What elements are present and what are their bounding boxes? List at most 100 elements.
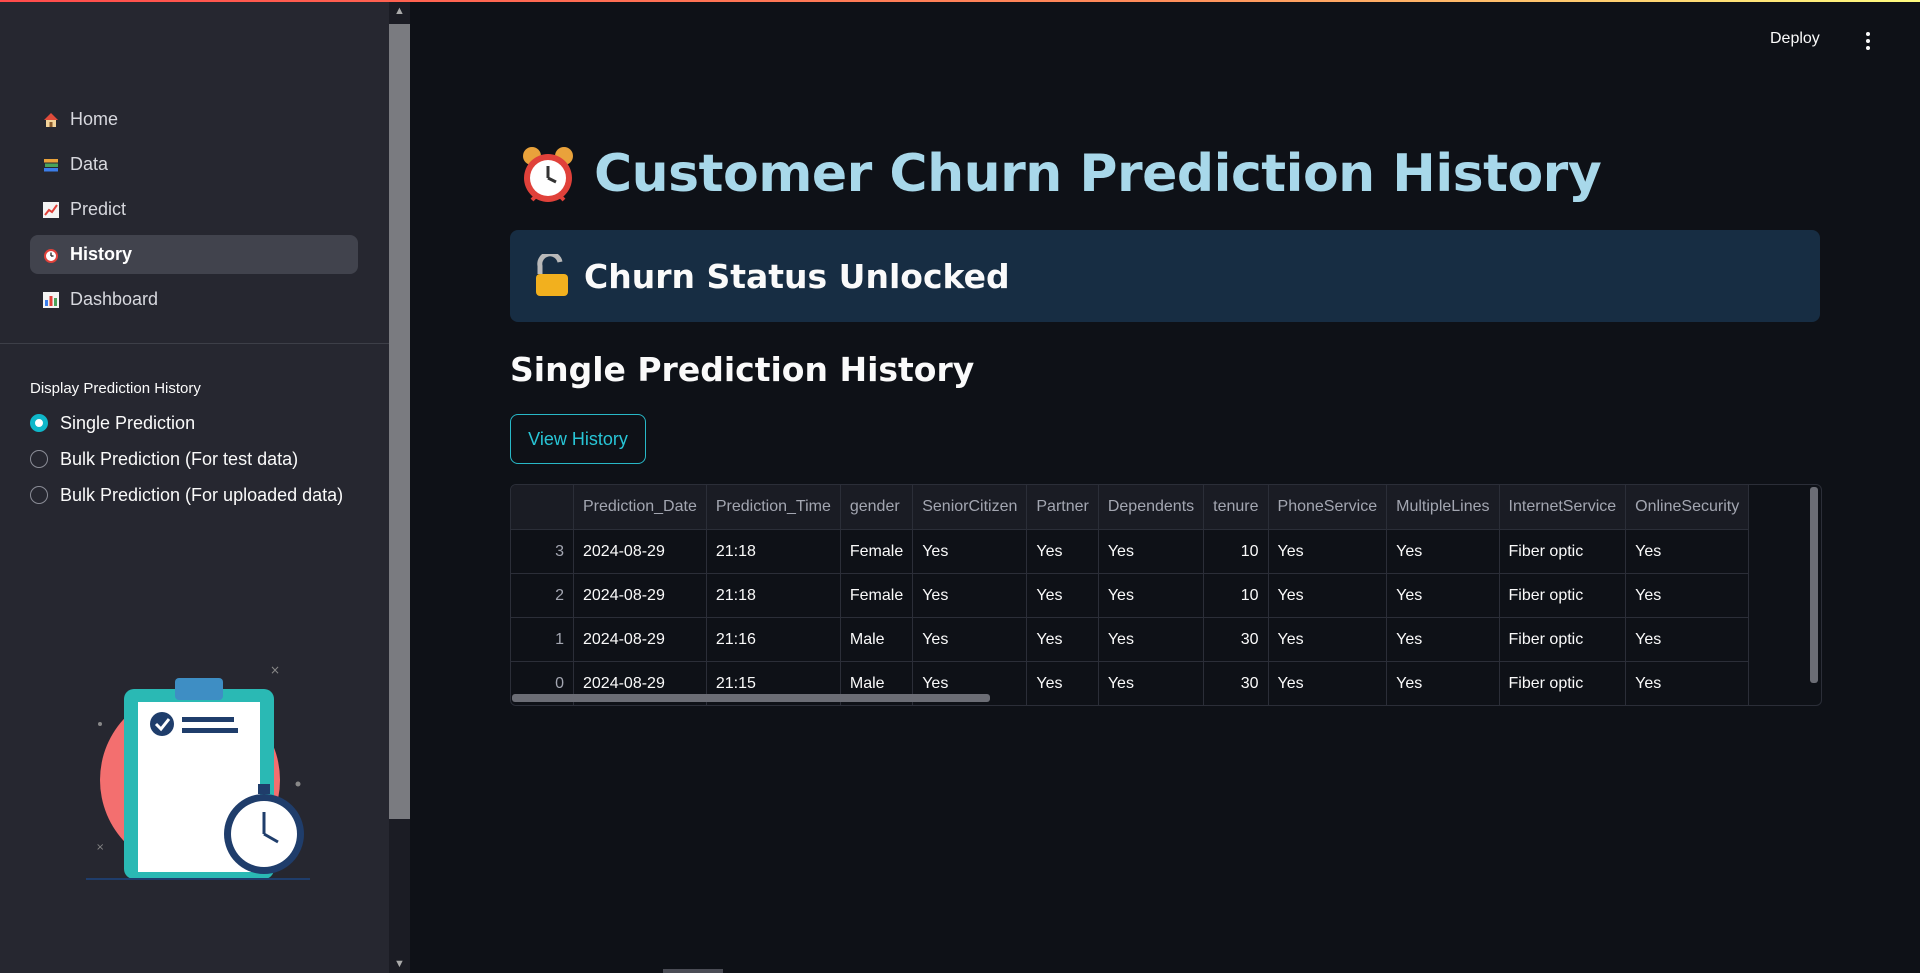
- column-header[interactable]: Partner: [1026, 485, 1099, 530]
- page-horizontal-scrollbar[interactable]: [663, 969, 723, 973]
- table-cell[interactable]: Yes: [1625, 617, 1750, 662]
- column-header-index[interactable]: [511, 485, 574, 530]
- table-cell[interactable]: Yes: [1268, 529, 1388, 574]
- table-cell[interactable]: Yes: [1098, 661, 1205, 705]
- column-header[interactable]: OnlineSecurity: [1625, 485, 1750, 530]
- table-vertical-scrollbar[interactable]: [1810, 487, 1818, 683]
- table-cell[interactable]: Yes: [1386, 573, 1500, 618]
- sidebar-item-label: Predict: [70, 199, 127, 219]
- banner-text: Churn Status Unlocked: [584, 256, 1010, 296]
- table-cell[interactable]: Fiber optic: [1499, 617, 1627, 662]
- table-cell[interactable]: Male: [840, 617, 914, 662]
- column-header[interactable]: Prediction_Date: [573, 485, 707, 530]
- books-icon: [44, 158, 58, 171]
- svg-text:×: ×: [96, 842, 104, 853]
- table-cell[interactable]: Fiber optic: [1499, 661, 1627, 705]
- table-cell[interactable]: Yes: [912, 617, 1028, 662]
- history-dataframe[interactable]: Prediction_Date Prediction_Time gender S…: [510, 484, 1822, 706]
- table-cell[interactable]: Yes: [912, 529, 1028, 574]
- alarm-clock-icon: [523, 147, 573, 202]
- radio-option-label: Bulk Prediction (For test data): [60, 449, 299, 469]
- view-history-button[interactable]: View History: [510, 414, 646, 464]
- column-header[interactable]: InternetService: [1499, 485, 1627, 530]
- radio-button-selected[interactable]: [30, 414, 48, 432]
- sidebar-item-label: History: [70, 244, 133, 264]
- deploy-button[interactable]: Deploy: [1770, 30, 1820, 48]
- page-title: Customer Churn Prediction History: [594, 144, 1602, 204]
- table-cell[interactable]: Fiber optic: [1499, 573, 1627, 618]
- table-horizontal-scrollbar[interactable]: [512, 694, 990, 702]
- table-cell[interactable]: 2024-08-29: [573, 573, 707, 618]
- sidebar-item-history[interactable]: History: [30, 235, 358, 274]
- status-banner: Churn Status Unlocked: [510, 230, 1820, 322]
- table-cell[interactable]: 10: [1203, 573, 1269, 618]
- table-cell[interactable]: Yes: [1026, 617, 1099, 662]
- house-icon: [44, 112, 58, 127]
- table-cell[interactable]: Yes: [1625, 529, 1750, 574]
- table-cell[interactable]: Female: [840, 573, 914, 618]
- sidebar-item-home[interactable]: Home: [30, 100, 358, 139]
- table-cell[interactable]: Fiber optic: [1499, 529, 1627, 574]
- sidebar-nav: Home Data Predict History Dashboard: [30, 100, 358, 325]
- sidebar-scrollbar[interactable]: ▲ ▼: [389, 2, 410, 973]
- table-cell[interactable]: Yes: [1098, 617, 1205, 662]
- sidebar-item-label: Data: [70, 154, 109, 174]
- table-cell[interactable]: Yes: [1268, 573, 1388, 618]
- table-cell[interactable]: Yes: [1268, 661, 1388, 705]
- sidebar-item-data[interactable]: Data: [30, 145, 358, 184]
- scrollbar-thumb[interactable]: [389, 24, 410, 819]
- table-cell[interactable]: Yes: [1625, 573, 1750, 618]
- column-header[interactable]: SeniorCitizen: [912, 485, 1028, 530]
- table-cell[interactable]: Yes: [1625, 661, 1750, 705]
- table-header-row: Prediction_Date Prediction_Time gender S…: [511, 485, 1750, 530]
- scroll-down-arrow-icon[interactable]: ▼: [389, 955, 410, 973]
- table-cell[interactable]: Yes: [1386, 661, 1500, 705]
- column-header[interactable]: MultipleLines: [1386, 485, 1500, 530]
- sidebar: Home Data Predict History Dashboard Disp…: [0, 2, 389, 973]
- table-cell[interactable]: 2024-08-29: [573, 529, 707, 574]
- radio-button[interactable]: [30, 486, 48, 504]
- table-cell[interactable]: 21:18: [706, 573, 841, 618]
- sidebar-item-label: Home: [70, 109, 119, 129]
- table-cell[interactable]: 30: [1203, 661, 1269, 705]
- table-row[interactable]: 3 2024-08-29 21:18 Female Yes Yes Yes 10…: [511, 529, 1750, 574]
- table-row[interactable]: 1 2024-08-29 21:16 Male Yes Yes Yes 30 Y…: [511, 617, 1750, 662]
- main-menu-icon[interactable]: [1866, 32, 1872, 52]
- table-cell[interactable]: Yes: [1098, 573, 1205, 618]
- radio-option-bulk-uploaded[interactable]: Bulk Prediction (For uploaded data): [30, 484, 370, 511]
- column-header[interactable]: gender: [840, 485, 914, 530]
- table-cell[interactable]: 10: [1203, 529, 1269, 574]
- sidebar-item-predict[interactable]: Predict: [30, 190, 358, 229]
- table-cell[interactable]: 30: [1203, 617, 1269, 662]
- table-row[interactable]: 2 2024-08-29 21:18 Female Yes Yes Yes 10…: [511, 573, 1750, 618]
- radio-option-single[interactable]: Single Prediction: [30, 412, 370, 439]
- table-cell[interactable]: 21:18: [706, 529, 841, 574]
- table-cell[interactable]: Yes: [1386, 529, 1500, 574]
- scroll-up-arrow-icon[interactable]: ▲: [389, 2, 410, 20]
- history-table: Prediction_Date Prediction_Time gender S…: [511, 485, 1750, 705]
- table-cell[interactable]: Yes: [1098, 529, 1205, 574]
- column-header[interactable]: tenure: [1203, 485, 1269, 530]
- radio-group-label: Display Prediction History: [30, 380, 201, 397]
- column-header[interactable]: Dependents: [1098, 485, 1205, 530]
- column-header[interactable]: PhoneService: [1268, 485, 1388, 530]
- alarm-clock-icon: [44, 248, 58, 263]
- sidebar-item-dashboard[interactable]: Dashboard: [30, 280, 358, 319]
- table-cell[interactable]: Yes: [912, 573, 1028, 618]
- table-cell[interactable]: Female: [840, 529, 914, 574]
- table-cell[interactable]: 2024-08-29: [573, 617, 707, 662]
- page-title-row: Customer Churn Prediction History: [518, 144, 1602, 204]
- bar-chart-icon: [43, 291, 59, 308]
- section-heading: Single Prediction History: [510, 350, 975, 389]
- radio-button[interactable]: [30, 450, 48, 468]
- table-cell[interactable]: Yes: [1026, 573, 1099, 618]
- radio-option-label: Single Prediction: [60, 413, 196, 433]
- table-cell[interactable]: Yes: [1026, 661, 1099, 705]
- table-cell[interactable]: Yes: [1386, 617, 1500, 662]
- table-cell[interactable]: 21:16: [706, 617, 841, 662]
- sidebar-divider: [0, 343, 389, 344]
- table-cell[interactable]: Yes: [1026, 529, 1099, 574]
- column-header[interactable]: Prediction_Time: [706, 485, 841, 530]
- radio-option-bulk-test[interactable]: Bulk Prediction (For test data): [30, 448, 370, 475]
- table-cell[interactable]: Yes: [1268, 617, 1388, 662]
